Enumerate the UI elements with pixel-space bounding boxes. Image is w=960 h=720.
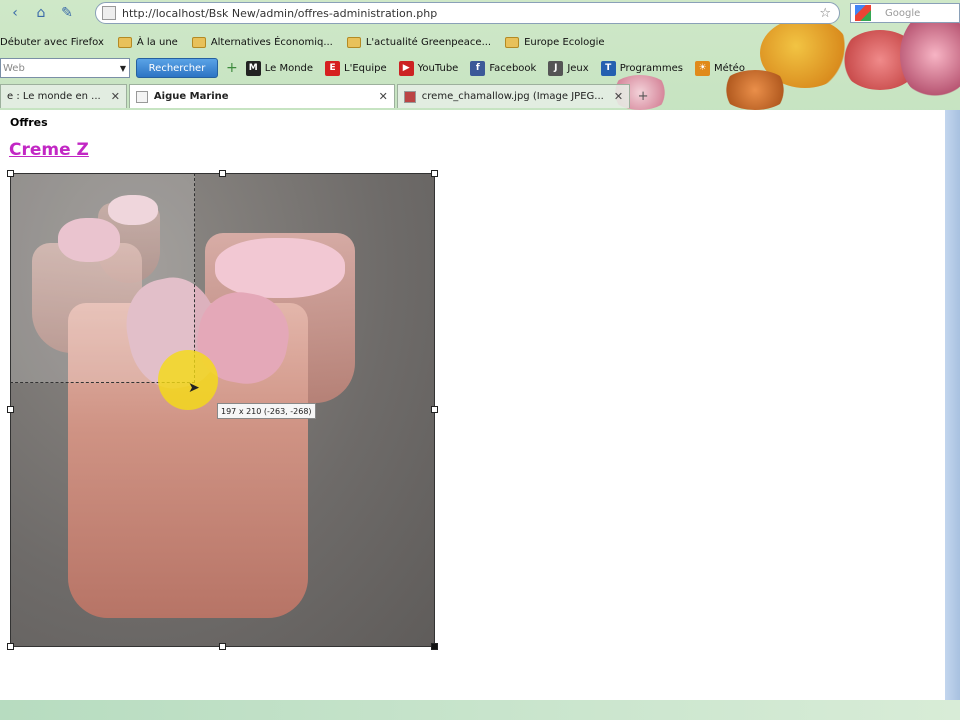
bookmark-star-icon[interactable]: ☆ [819,6,831,21]
bookmark-label: Alternatives Économiq... [210,36,333,48]
facebook-icon: f [470,60,486,76]
bookmark-item[interactable]: Alternatives Économiq... [191,36,333,48]
tab-le-monde[interactable]: e : Le monde en ... ✕ [0,84,127,108]
tab-label: e : Le monde en ... [7,91,101,102]
toolbar-item-label: Programmes [619,62,683,74]
toolbar-item-label: Jeux [567,62,589,74]
new-tab-icon[interactable]: + [632,85,654,107]
bookmarks-bar: Débuter avec Firefox À la une Alternativ… [0,32,619,52]
folder-icon [346,36,361,48]
page-content: Offres Creme Z ➤ 197 x 210 (-263, -268) [0,110,945,700]
search-engine-placeholder: Google [885,7,921,19]
chevron-down-icon[interactable]: ▼ [120,64,129,73]
search-engine-box[interactable]: Google [850,3,960,23]
toolbar-item-label: L'Equipe [344,62,387,74]
toolbar-item[interactable]: J Jeux [548,60,589,76]
toolbar-item-label: Le Monde [264,62,314,74]
crop-handle-top-right[interactable] [431,170,438,177]
meteo-icon: ☀ [694,60,710,76]
toolbar-item-label: Facebook [489,62,537,74]
url-bar[interactable]: http://localhost/Bsk New/admin/offres-ad… [95,2,840,24]
vertical-scrollbar[interactable] [945,110,960,700]
crop-handle-top-left[interactable] [7,170,14,177]
bookmark-label: Débuter avec Firefox [0,36,104,48]
crop-handle-right[interactable] [431,406,438,413]
web-search-input[interactable]: Web ▼ [0,58,130,78]
crop-handle-left[interactable] [7,406,14,413]
lequipe-icon: E [325,60,341,76]
toolbar-item[interactable]: ▶ YouTube [398,60,459,76]
bookmark-label: À la une [136,36,178,48]
tab-aigue-marine[interactable]: Aigue Marine ✕ [128,84,395,108]
web-search-placeholder: Web [3,62,25,74]
crop-handle-top[interactable] [219,170,226,177]
search-toolbar: Web ▼ Rechercher + M Le Monde E L'Equipe ▶ Yo… [0,57,757,79]
crop-handle-bottom-left[interactable] [7,643,14,650]
home-icon[interactable]: ⌂ [30,2,52,24]
toolbar-item[interactable]: T Programmes [600,60,683,76]
crop-dimensions-tooltip: 197 x 210 (-263, -268) [217,403,316,419]
close-icon[interactable]: ✕ [614,90,623,103]
back-icon[interactable]: ‹ [4,2,26,24]
section-label: Offres [10,116,48,129]
search-button[interactable]: Rechercher [136,58,218,78]
page-favicon-icon [135,90,148,103]
offer-title-link[interactable]: Creme Z [9,140,89,160]
addon-icon[interactable]: ✎ [56,2,78,24]
le-monde-icon: M [245,60,261,76]
cursor-pointer-icon: ➤ [188,380,200,396]
status-bar [0,700,960,720]
google-icon [855,5,871,21]
jeux-icon: J [548,60,564,76]
tab-label: creme_chamallow.jpg (Image JPEG... [421,91,604,102]
toolbar-item[interactable]: f Facebook [470,60,537,76]
programmes-icon: T [600,60,616,76]
image-icon [403,90,416,103]
bookmark-item[interactable]: À la une [117,36,178,48]
bookmark-label: L'actualité Greenpeace... [365,36,492,48]
bookmark-item[interactable]: Europe Ecologie [505,36,605,48]
page-favicon-icon [102,6,116,20]
toolbar-item-label: Météo [713,62,745,74]
crop-handle-bottom[interactable] [219,643,226,650]
folder-icon [117,36,132,48]
toolbar-item[interactable]: ☀ Météo [694,60,745,76]
add-icon[interactable]: + [226,60,238,76]
tab-bar: e : Le monde en ... ✕ Aigue Marine ✕ cre… [0,84,654,108]
toolbar-item-label: YouTube [417,62,459,74]
bookmark-label: Europe Ecologie [524,36,605,48]
youtube-icon: ▶ [398,60,414,76]
tab-label: Aigue Marine [153,91,229,102]
url-text[interactable]: http://localhost/Bsk New/admin/offres-ad… [122,7,819,20]
tab-creme-chamallow[interactable]: creme_chamallow.jpg (Image JPEG... ✕ [396,84,631,108]
toolbar-item[interactable]: M Le Monde [245,60,314,76]
bookmark-item[interactable]: Débuter avec Firefox [0,37,104,48]
toolbar-item[interactable]: E L'Equipe [325,60,387,76]
folder-icon [505,36,520,48]
crop-handle-bottom-right[interactable] [431,643,438,650]
bookmark-item[interactable]: L'actualité Greenpeace... [346,36,492,48]
folder-icon [191,36,206,48]
close-icon[interactable]: ✕ [111,90,120,103]
close-icon[interactable]: ✕ [379,90,388,103]
